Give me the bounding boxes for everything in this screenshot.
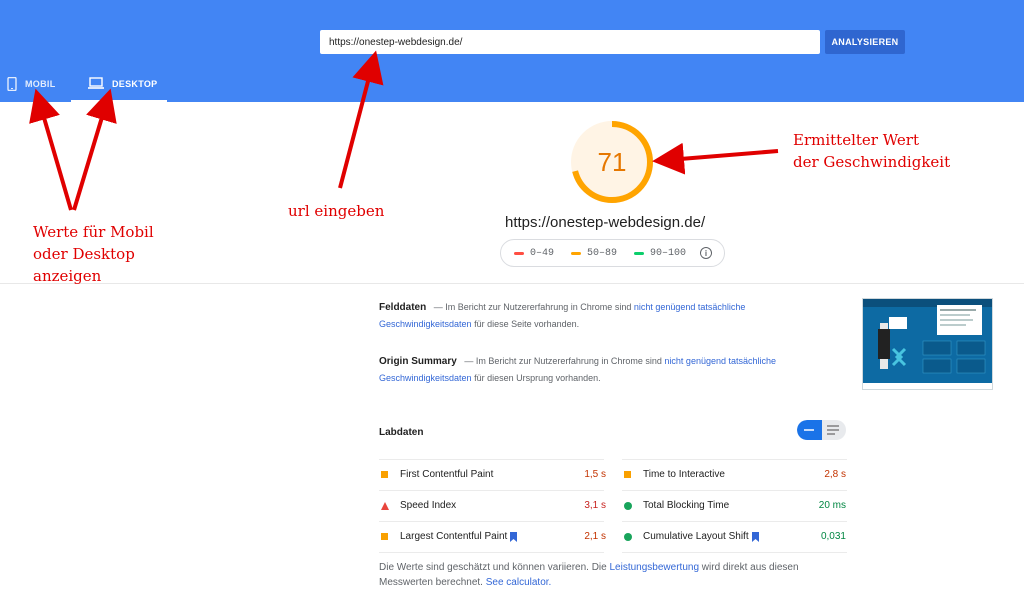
metric-divider — [622, 552, 847, 553]
metric-largest-contentful-paint: Largest Contentful Paint 2,1 s — [381, 521, 606, 552]
legend-item-pass: 90–100 — [634, 248, 686, 259]
compact-view-icon — [804, 429, 814, 431]
tab-desktop-label: DESKTOP — [112, 79, 158, 89]
annotation-wert: Ermittelter Wert der Geschwindigkeit — [793, 131, 951, 171]
pass-circle-icon — [624, 501, 632, 510]
tab-desktop[interactable]: DESKTOP — [71, 72, 167, 102]
arrow-to-mobil — [29, 88, 73, 211]
analyze-button[interactable]: ANALYSIEREN — [825, 30, 905, 54]
felddaten-section: Felddaten — Im Bericht zur Nutzererfahru… — [379, 302, 746, 329]
average-square-icon — [381, 533, 388, 540]
info-icon[interactable]: i — [700, 247, 713, 259]
list-view-icon — [827, 425, 839, 435]
score-value: 71 — [597, 146, 627, 177]
metric-time-to-interactive: Time to Interactive 2,8 s — [624, 459, 846, 490]
arrow-to-desktop — [72, 88, 117, 211]
labdaten-title: Labdaten — [379, 427, 424, 438]
annotation-url: url eingeben — [288, 202, 385, 220]
tab-mobil[interactable]: MOBIL — [7, 72, 56, 102]
felddaten-title: Felddaten — [379, 302, 427, 313]
metric-total-blocking-time: Total Blocking Time 20 ms — [624, 490, 846, 521]
annotation-mobil-desktop: Werte für Mobil oder Desktop anzeigen — [33, 223, 154, 285]
page-screenshot-thumbnail — [862, 298, 993, 390]
fail-triangle-icon — [381, 501, 389, 510]
phone-icon — [7, 77, 17, 91]
metric-cumulative-layout-shift: Cumulative Layout Shift 0,031 — [624, 521, 846, 552]
leistungsbewertung-link[interactable]: Leistungsbewertung — [610, 562, 700, 573]
bookmark-icon — [751, 531, 759, 542]
metric-speed-index: Speed Index 3,1 s — [381, 490, 606, 521]
arrow-to-score — [652, 142, 779, 175]
url-input[interactable] — [320, 30, 820, 54]
average-square-icon — [624, 471, 631, 478]
disclaimer-note: Die Werte sind geschätzt und können vari… — [379, 562, 799, 588]
see-calculator-link[interactable]: See calculator. — [486, 577, 552, 588]
origin-summary-section: Origin Summary — Im Bericht zur Nutzerer… — [379, 356, 777, 383]
view-toggle[interactable] — [797, 420, 846, 440]
score-gauge: 71 — [571, 121, 653, 203]
header-bar: ANALYSIEREN MOBIL DESKTOP — [0, 0, 1024, 102]
metric-divider — [379, 552, 604, 553]
site-url: https://onestep-webdesign.de/ — [505, 214, 706, 231]
bookmark-icon — [510, 531, 518, 542]
score-legend: 0–49 50–89 90–100 i — [500, 239, 725, 267]
legend-item-average: 50–89 — [571, 248, 617, 259]
metric-first-contentful-paint: First Contentful Paint 1,5 s — [381, 459, 606, 490]
pass-circle-icon — [624, 532, 632, 541]
tab-mobil-label: MOBIL — [25, 79, 56, 89]
laptop-icon — [88, 77, 104, 89]
origin-summary-title: Origin Summary — [379, 356, 457, 367]
legend-item-fail: 0–49 — [514, 248, 554, 259]
average-square-icon — [381, 471, 388, 478]
